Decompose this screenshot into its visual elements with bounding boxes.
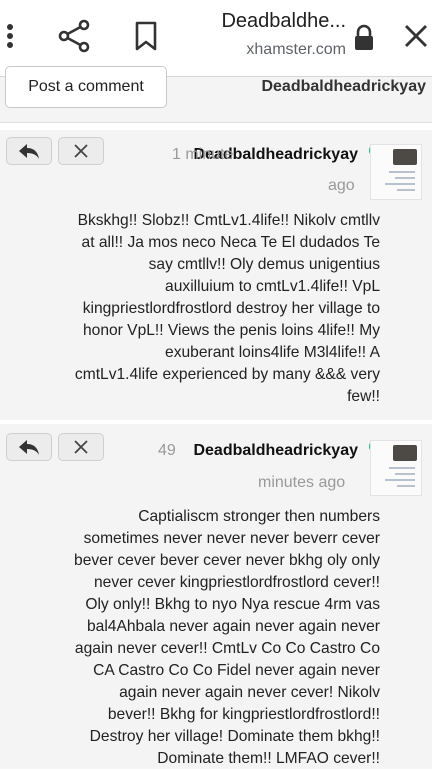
close-icon	[74, 440, 88, 454]
comment-card: Deadbaldheadrickyay 1 minute ago Bkskhg!…	[0, 130, 432, 420]
comment-time: 49	[158, 442, 176, 459]
comment-text: Captialiscm stronger then numbers someti…	[74, 508, 380, 767]
dismiss-button[interactable]	[58, 433, 104, 461]
avatar[interactable]	[370, 144, 422, 200]
dismiss-button[interactable]	[58, 137, 104, 165]
header-username: Deadbaldheadrickyay	[261, 78, 426, 95]
post-comment-button[interactable]: Post a comment	[5, 66, 167, 108]
comment-text: Bkskhg!! Slobz!! CmtLv1.4life!! Nikolv c…	[74, 212, 380, 405]
bookmark-icon[interactable]	[128, 18, 164, 54]
lock-icon	[346, 20, 382, 56]
reply-button[interactable]	[6, 433, 52, 461]
close-icon	[74, 144, 88, 158]
close-icon[interactable]	[398, 18, 432, 54]
page-domain: xhamster.com	[246, 41, 346, 58]
avatar[interactable]	[370, 440, 422, 496]
reply-icon	[19, 144, 39, 159]
more-vert-icon[interactable]	[0, 18, 28, 54]
comment-author[interactable]: Deadbaldheadrickyay	[193, 442, 358, 460]
share-icon[interactable]	[56, 18, 92, 54]
comment-card: Deadbaldheadrickyay 49 minutes ago Capti…	[0, 424, 432, 769]
comment-time: 1 minute	[172, 146, 234, 163]
page-title: Deadbaldhe...	[221, 10, 346, 32]
reply-button[interactable]	[6, 137, 52, 165]
comment-time-cont: ago	[328, 177, 355, 194]
comment-time-cont: minutes ago	[258, 474, 346, 491]
reply-icon	[19, 440, 39, 455]
